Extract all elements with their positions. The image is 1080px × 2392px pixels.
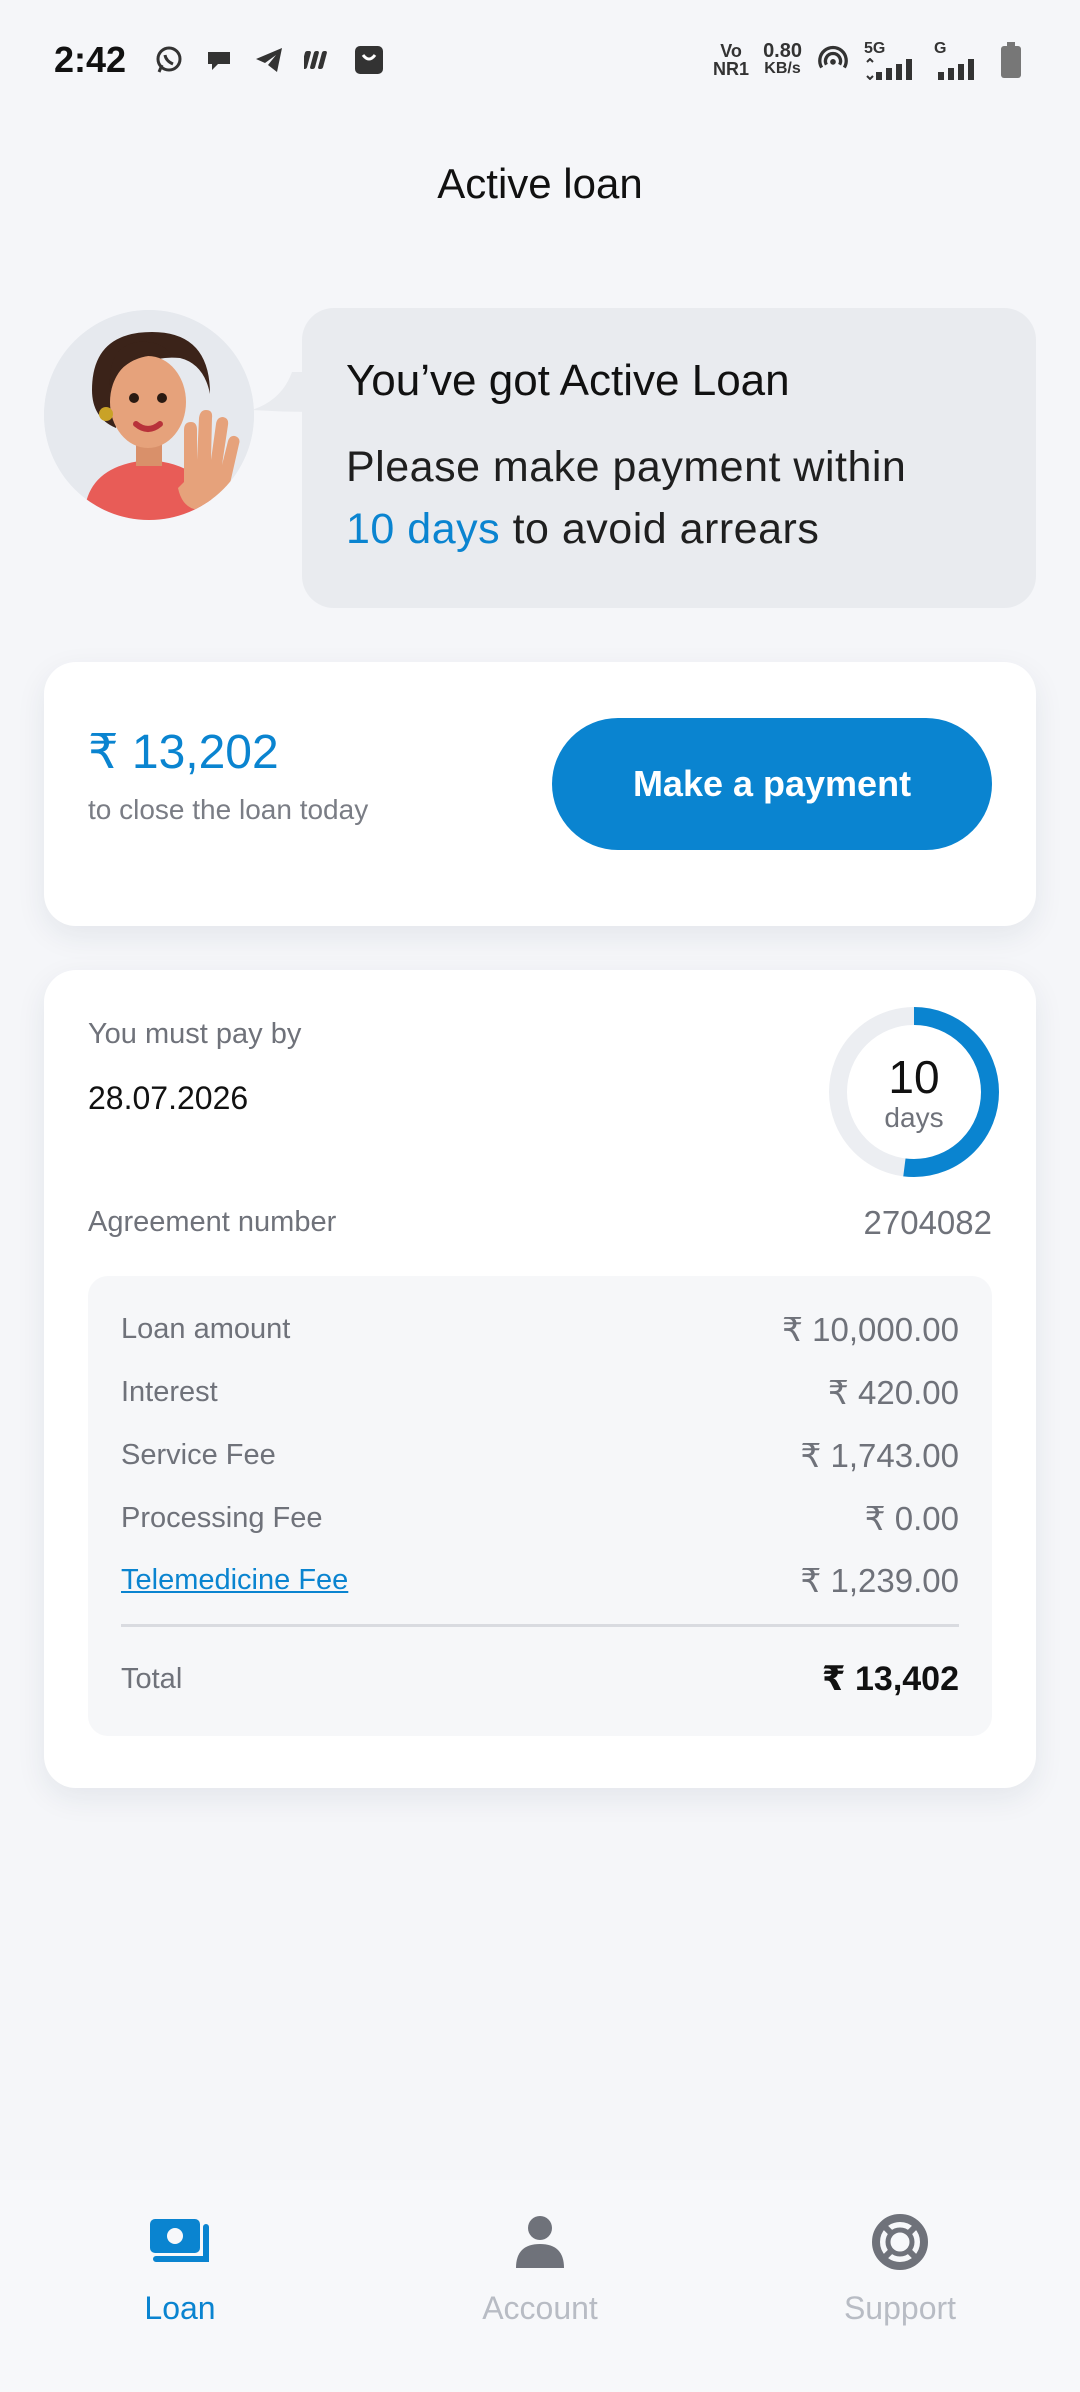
page-title: Active loan (437, 160, 643, 207)
greeting-text: Please make payment within 10 days to av… (346, 443, 907, 553)
nav-support[interactable]: Support (750, 2210, 1050, 2392)
total-row: Total ₹ 13,402 (121, 1660, 959, 1698)
loan-details-card: You must pay by 28.07.2026 10 days Agree… (44, 970, 1036, 1788)
due-date-label: You must pay by (88, 1018, 302, 1050)
shopping-bag-icon (352, 43, 386, 77)
loan-amount-row: Loan amount ₹ 10,000.00 (121, 1310, 959, 1348)
loan-breakdown: Loan amount ₹ 10,000.00 Interest ₹ 420.0… (88, 1276, 992, 1736)
status-time: 2:42 (54, 39, 127, 80)
close-amount: ₹ 13,202 (88, 726, 279, 779)
status-bar: 2:42 Vo NR1 0.80 KB/s 5G G (0, 0, 1080, 120)
bottom-nav: Loan Account Support (0, 2180, 1080, 2392)
nav-loan[interactable]: Loan (30, 2210, 330, 2392)
greeting-bubble: You’ve got Active Loan Please make payme… (302, 308, 1036, 608)
telegram-icon (252, 43, 286, 77)
total-value: ₹ 13,402 (821, 1660, 959, 1698)
telemedicine-fee-link[interactable]: Telemedicine Fee (121, 1564, 348, 1597)
loan-icon (148, 2210, 212, 2274)
interest-row: Interest ₹ 420.00 (121, 1373, 959, 1411)
agreement-label: Agreement number (88, 1206, 337, 1238)
make-payment-button[interactable]: Make a payment (552, 718, 992, 850)
account-icon (508, 2210, 572, 2274)
processing-fee-row: Processing Fee ₹ 0.00 (121, 1499, 959, 1537)
signal-5g: 5G (864, 40, 920, 80)
hotspot-icon (816, 43, 850, 77)
close-amount-caption: to close the loan today (88, 794, 369, 825)
agreement-number: 2704082 (863, 1204, 992, 1241)
signal-bars-icon (866, 58, 912, 80)
app-icon (302, 43, 336, 77)
days-left-value: 10 (888, 1051, 940, 1103)
telemedicine-fee-row: Telemedicine Fee ₹ 1,239.00 (121, 1561, 959, 1599)
battery-icon (994, 42, 1028, 78)
assistant-avatar (44, 310, 254, 520)
days-left-unit: days (884, 1102, 944, 1133)
signal-bars-icon (938, 59, 974, 80)
chat-icon (202, 43, 236, 77)
due-date: 28.07.2026 (88, 1080, 249, 1116)
network-speed: 0.80 KB/s (763, 40, 802, 77)
days-highlight: 10 days (346, 505, 501, 553)
nav-account[interactable]: Account (390, 2210, 690, 2392)
support-icon (868, 2210, 932, 2274)
greeting-title: You’ve got Active Loan (346, 356, 790, 405)
signal-g: G (934, 40, 980, 80)
payment-card: ₹ 13,202 to close the loan today Make a … (44, 662, 1036, 926)
whatsapp-icon (152, 43, 186, 77)
total-divider (121, 1624, 959, 1627)
service-fee-row: Service Fee ₹ 1,743.00 (121, 1436, 959, 1474)
volte-indicator: Vo NR1 (713, 41, 750, 79)
